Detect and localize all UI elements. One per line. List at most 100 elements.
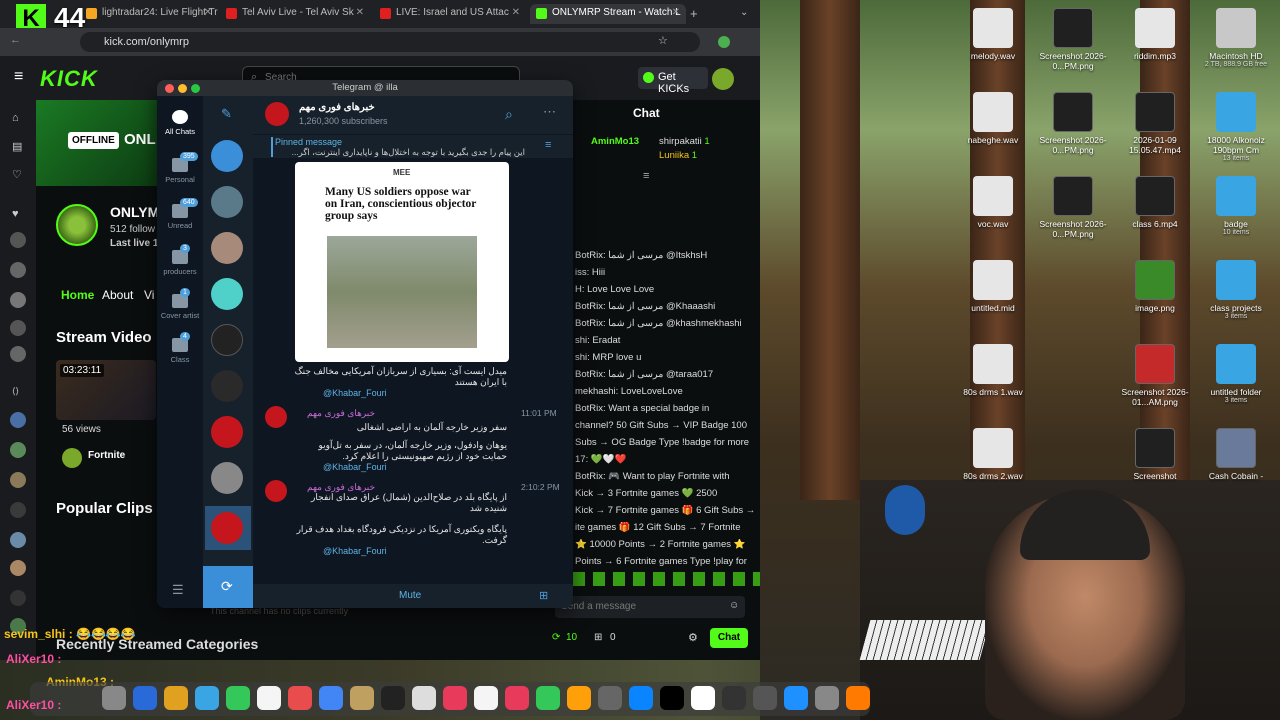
chat-avatar[interactable] (211, 278, 243, 310)
search-icon[interactable]: ⌕ (505, 106, 513, 123)
folder-class[interactable]: 4 Class (157, 332, 203, 364)
desktop-folder-icon[interactable]: class projects 3 items (1201, 260, 1271, 320)
folder-cover-artist[interactable]: 1 Cover artist (157, 288, 203, 320)
menu-icon[interactable]: ≡ (14, 68, 23, 86)
desktop-file-icon[interactable]: riddim.mp3 (1120, 8, 1190, 61)
dock-app-icon[interactable] (505, 686, 529, 710)
desktop-file-icon[interactable]: Macintosh HD 2 TB, 888.9 GB free (1201, 8, 1271, 68)
video-category[interactable]: Fortnite (88, 450, 125, 461)
article-image[interactable]: MEE Many US soldiers oppose war on Iran,… (295, 162, 509, 362)
dock-app-icon[interactable] (381, 686, 405, 710)
home-icon[interactable]: ⌂ (12, 112, 19, 124)
desktop-file-icon[interactable]: image.png (1120, 260, 1190, 313)
dock-app-icon[interactable] (784, 686, 808, 710)
pin-list-icon[interactable]: ≡ (545, 139, 551, 151)
channel-avatar[interactable] (10, 590, 26, 606)
settings-sliders-icon[interactable]: ☰ (172, 582, 184, 598)
chat-avatar[interactable] (211, 324, 243, 356)
channel-link[interactable]: @Khabar_Fouri (323, 388, 387, 398)
new-tab-button[interactable]: + (690, 6, 698, 21)
tab-about[interactable]: About (102, 288, 133, 302)
tab-israel-us-live[interactable]: LIVE: Israel and US Attac ✕ (374, 4, 526, 24)
dock-app-icon[interactable] (195, 686, 219, 710)
close-button[interactable] (165, 84, 174, 93)
minimize-button[interactable] (178, 84, 187, 93)
folder-personal[interactable]: 395 Personal (157, 152, 203, 184)
chat-avatar[interactable] (211, 140, 243, 172)
get-kicks-button[interactable]: Get KICKs (638, 67, 708, 95)
back-icon[interactable]: ← (10, 34, 21, 46)
channel-avatar[interactable] (10, 442, 26, 458)
close-icon[interactable]: ✕ (672, 7, 680, 18)
avatar[interactable] (712, 68, 734, 90)
desktop-file-icon[interactable]: Screenshot 2026-01...AM.png (1120, 344, 1190, 407)
zoom-button[interactable] (191, 84, 200, 93)
browse-icon[interactable]: ▤ (12, 140, 22, 153)
desktop-file-icon[interactable]: melody.wav (958, 8, 1028, 61)
mute-button[interactable]: Mute (399, 590, 421, 601)
channel-avatar[interactable] (10, 560, 26, 576)
dock-app-icon[interactable] (226, 686, 250, 710)
dock-app-icon[interactable] (164, 686, 188, 710)
channel-name[interactable]: خبرهای فوری مهم (299, 102, 375, 113)
desktop-file-icon[interactable]: class 6.mp4 (1120, 176, 1190, 229)
desktop-file-icon[interactable]: Screenshot 2026-0...PM.png (1038, 176, 1108, 239)
bookmark-star-icon[interactable]: ☆ (658, 34, 668, 47)
desktop-file-icon[interactable]: Screenshot (1120, 428, 1190, 481)
desktop-file-icon[interactable]: untitled.mid (958, 260, 1028, 313)
close-icon[interactable]: ✕ (204, 7, 212, 18)
dock-app-icon[interactable] (133, 686, 157, 710)
channel-avatar[interactable] (10, 320, 26, 336)
tab-tel-aviv-live[interactable]: Tel Aviv Live - Tel Aviv Sk ✕ (220, 4, 370, 24)
tab-flightradar[interactable]: lightradar24: Live Flight Tr ✕ (80, 4, 218, 24)
chat-avatar[interactable] (211, 416, 243, 448)
dock-app-icon[interactable] (598, 686, 622, 710)
channel-avatar[interactable] (10, 262, 26, 278)
desktop-file-icon[interactable]: 80s drms 1.wav (958, 344, 1028, 397)
desktop-file-icon[interactable]: Screenshot 2026-0...PM.png (1038, 92, 1108, 155)
emote-bar[interactable] (573, 572, 760, 586)
tab-home[interactable]: Home (61, 288, 94, 302)
desktop-file-icon[interactable]: Screenshot 2026-0...PM.png (1038, 8, 1108, 71)
dock-app-icon[interactable] (629, 686, 653, 710)
dock-app-icon[interactable] (691, 686, 715, 710)
desktop-file-icon[interactable]: 2026-01-09 15.05.47.mp4 (1120, 92, 1190, 155)
channel-avatar[interactable] (10, 232, 26, 248)
following-icon[interactable]: ♡ (12, 168, 22, 181)
dock-app-icon[interactable] (412, 686, 436, 710)
dock-app-icon[interactable] (288, 686, 312, 710)
tab-videos[interactable]: Vi (144, 288, 154, 302)
collapse-icon[interactable]: ⟨⟩ (12, 386, 19, 397)
more-icon[interactable]: ⋯ (543, 104, 556, 120)
dock-app-icon[interactable] (846, 686, 870, 710)
gift-icon[interactable]: ⊞ (594, 632, 602, 643)
chat-input[interactable]: Send a message ☺ (555, 596, 745, 618)
channel-avatar[interactable] (265, 102, 289, 126)
chat-avatar[interactable] (211, 370, 243, 402)
extension-icon[interactable] (718, 36, 730, 48)
dock-app-icon[interactable] (536, 686, 560, 710)
refresh-button[interactable]: ⟳ (203, 566, 253, 608)
channel-avatar[interactable] (10, 532, 26, 548)
chevron-down-icon[interactable]: ⌄ (740, 7, 748, 18)
pinned-icon[interactable]: ≡ (643, 170, 649, 182)
heart-icon[interactable]: ♥ (12, 208, 19, 220)
tab-onlymrp-stream[interactable]: ONLYMRP Stream - Watch L ✕ (530, 4, 686, 24)
chat-avatar[interactable] (211, 462, 243, 494)
emoji-icon[interactable]: ☺ (729, 600, 739, 611)
desktop-folder-icon[interactable]: untitled folder 3 items (1201, 344, 1271, 404)
gift-icon[interactable]: ⊞ (539, 589, 548, 602)
desktop-folder-icon[interactable]: 18000 Alkonoiz 190bpm Cm 13 items (1201, 92, 1271, 162)
desktop-file-icon[interactable]: voc.wav (958, 176, 1028, 229)
desktop-file-icon[interactable]: Cash Cobain - (1201, 428, 1271, 481)
folder-producers[interactable]: 3 producers (157, 244, 203, 276)
dock-app-icon[interactable] (350, 686, 374, 710)
channel-avatar[interactable] (10, 346, 26, 362)
dock-app-icon[interactable] (443, 686, 467, 710)
folder-unread[interactable]: 640 Unread (157, 198, 203, 230)
chat-send-button[interactable]: Chat (710, 628, 748, 648)
dock-app-icon[interactable] (660, 686, 684, 710)
channel-link[interactable]: @Khabar_Fouri (323, 546, 387, 556)
channel-avatar[interactable] (10, 472, 26, 488)
channel-link[interactable]: @Khabar_Fouri (323, 462, 387, 472)
